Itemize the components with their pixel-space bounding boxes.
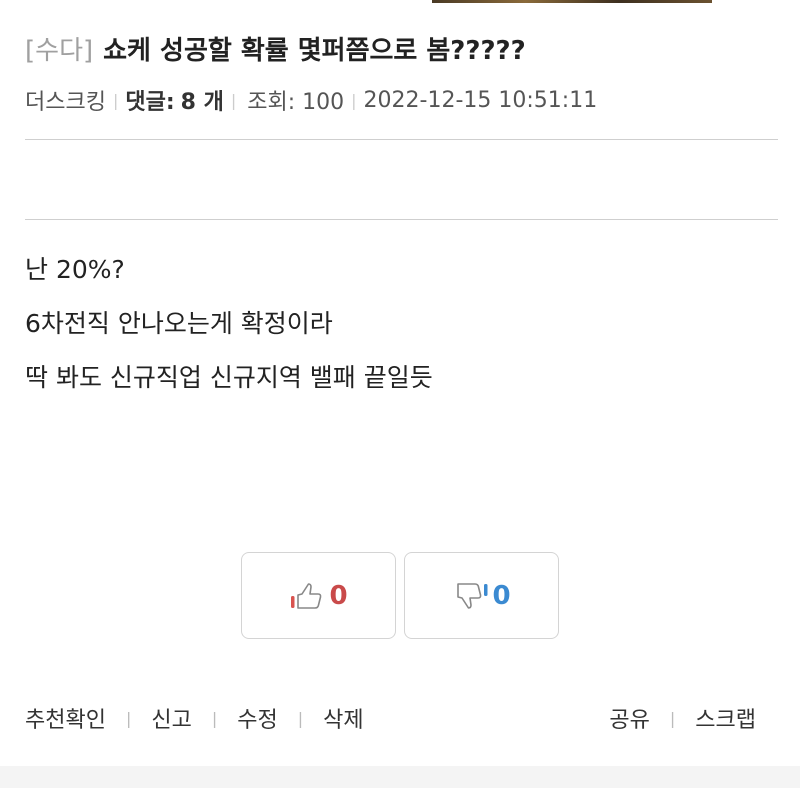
meta-separator: | xyxy=(230,90,237,110)
view-count: 조회: 100 xyxy=(247,90,345,115)
post-body-line: 6차전직 안나오는게 확정이라 xyxy=(25,309,333,338)
comments-count: 8 개 xyxy=(180,90,224,115)
post-actions-left: 추천확인 | 신고 | 수정 | 삭제 xyxy=(25,702,364,734)
edit-button[interactable]: 수정 xyxy=(237,702,277,734)
check-recommendations-button[interactable]: 추천확인 xyxy=(25,702,106,734)
downvote-button[interactable]: 0 xyxy=(404,552,559,639)
downvote-count: 0 xyxy=(492,580,511,611)
divider xyxy=(25,139,778,140)
post-body-line: 난 20%? xyxy=(25,255,125,284)
header-image-strip xyxy=(432,0,712,3)
meta-separator: | xyxy=(112,90,119,110)
delete-button[interactable]: 삭제 xyxy=(323,702,363,734)
upvote-count: 0 xyxy=(329,580,348,611)
upvote-button[interactable]: 0 xyxy=(241,552,396,639)
post-author[interactable]: 더스크킹 xyxy=(25,84,106,116)
action-separator: | xyxy=(297,708,304,728)
post-body-line: 딱 봐도 신규직업 신규지역 밸패 끝일듯 xyxy=(25,363,433,392)
divider xyxy=(25,219,778,220)
post-meta: 더스크킹 | 댓글: 8 개 | 조회: 100 | 2022-12-15 10… xyxy=(25,84,597,116)
report-button[interactable]: 신고 xyxy=(151,702,191,734)
post-datetime: 2022-12-15 10:51:11 xyxy=(363,87,598,113)
share-button[interactable]: 공유 xyxy=(609,702,649,734)
post-title-row: [수다] 쇼케 성공할 확률 몇퍼쯤으로 봄????? xyxy=(25,30,526,67)
thumbs-down-icon xyxy=(457,582,488,609)
post-category[interactable]: [수다] xyxy=(25,30,93,67)
action-separator: | xyxy=(125,708,132,728)
thumbs-up-icon xyxy=(291,582,322,609)
action-separator: | xyxy=(669,708,676,728)
scrap-button[interactable]: 스크랩 xyxy=(695,702,756,734)
comments-label: 댓글: xyxy=(125,90,175,115)
post-title: 쇼케 성공할 확률 몇퍼쯤으로 봄????? xyxy=(103,36,526,66)
footer-band xyxy=(0,766,800,788)
meta-separator: | xyxy=(351,90,357,110)
action-separator: | xyxy=(211,708,218,728)
post-actions-right: 공유 | 스크랩 xyxy=(609,702,756,734)
post-body: 난 20%? 6차전직 안나오는게 확정이라 딱 봐도 신규직업 신규지역 밸패… xyxy=(25,252,433,414)
